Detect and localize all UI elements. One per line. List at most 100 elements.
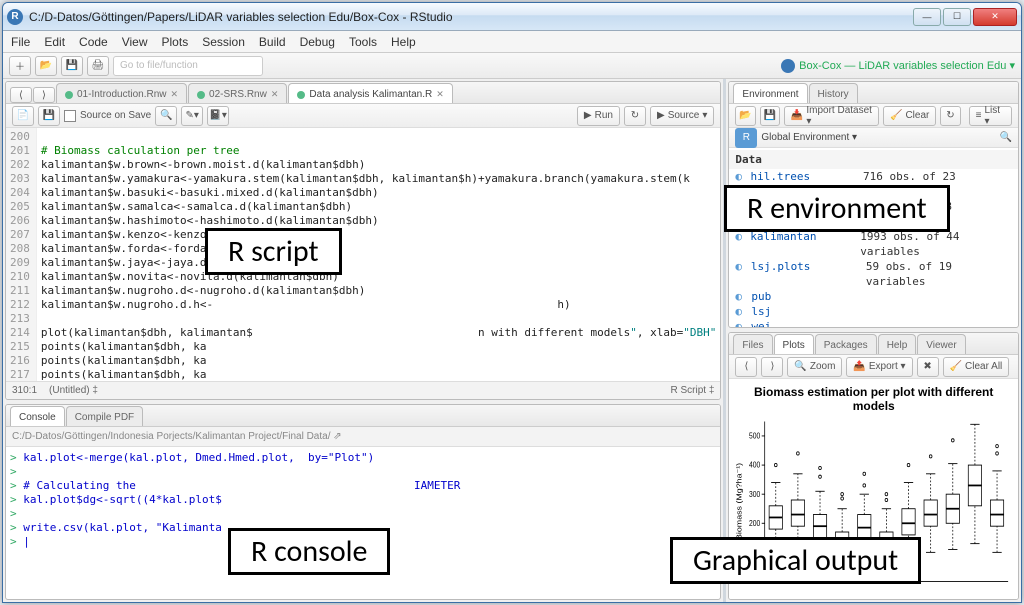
clear-all-plots-button[interactable]: 🧹 Clear All — [943, 357, 1010, 377]
menu-help[interactable]: Help — [391, 35, 416, 49]
menu-debug[interactable]: Debug — [300, 35, 335, 49]
expand-icon[interactable]: ◐ — [735, 289, 749, 304]
close-icon[interactable]: ✕ — [271, 89, 279, 100]
search-env-icon[interactable]: 🔍 — [1000, 132, 1012, 143]
menu-tools[interactable]: Tools — [349, 35, 377, 49]
plots-tab[interactable]: Help — [878, 334, 917, 354]
notebook-button[interactable]: 📓▾ — [207, 106, 229, 126]
project-selector[interactable]: Box-Cox — LiDAR variables selection Edu … — [781, 59, 1015, 73]
maximize-button[interactable]: ☐ — [943, 8, 971, 26]
source-nav-fwd[interactable]: ⟩ — [33, 87, 55, 103]
env-data-row[interactable]: ◐kalimantan1993 obs. of 44 variables — [729, 229, 1018, 259]
env-toolbar: 📂 💾 📥 Import Dataset ▾ 🧹 Clear ↻ ≡ List … — [729, 104, 1018, 128]
new-file-button[interactable]: ＋ — [9, 56, 31, 76]
close-button[interactable]: ✕ — [973, 8, 1017, 26]
find-button[interactable]: 🔍 — [155, 106, 177, 126]
code-editor[interactable]: 200 201 202 203 204 205 206 207 208 209 … — [6, 128, 720, 381]
console-tab[interactable]: Compile PDF — [66, 406, 143, 426]
load-ws-button[interactable]: 📂 — [735, 106, 755, 126]
import-dataset-button[interactable]: 📥 Import Dataset ▾ — [784, 106, 879, 126]
menu-plots[interactable]: Plots — [162, 35, 189, 49]
clear-env-button[interactable]: 🧹 Clear — [883, 106, 936, 126]
save-button[interactable]: 💾 — [61, 56, 83, 76]
save-ws-button[interactable]: 💾 — [760, 106, 780, 126]
menubar: File Edit Code View Plots Session Build Debug To… — [3, 31, 1021, 53]
source-tab[interactable]: 01-Introduction.Rnw ✕ — [56, 83, 187, 103]
run-button[interactable]: ▶ Run — [577, 106, 620, 126]
close-icon[interactable]: ✕ — [436, 89, 444, 100]
r-icon: R — [735, 128, 757, 148]
env-list[interactable]: Data◐hil.trees716 obs. of 23 variables◐k… — [729, 148, 1018, 327]
svg-text:300: 300 — [749, 489, 760, 499]
console-tab[interactable]: Console — [10, 406, 65, 426]
svg-text:500: 500 — [749, 431, 760, 441]
export-button[interactable]: 📤 Export ▾ — [846, 357, 912, 377]
file-icon — [297, 91, 305, 99]
menu-session[interactable]: Session — [202, 35, 245, 49]
refresh-env-button[interactable]: ↻ — [940, 106, 960, 126]
save-doc-button[interactable]: 💾 — [38, 106, 60, 126]
minimize-button[interactable]: — — [913, 8, 941, 26]
env-tabrow: EnvironmentHistory — [729, 82, 1018, 104]
menu-build[interactable]: Build — [259, 35, 286, 49]
goto-file-input[interactable]: Go to file/function — [113, 56, 263, 76]
print-button[interactable]: 🖨 — [87, 56, 109, 76]
editor-statusbar: 310:1 (Untitled) ‡ R Script ‡ — [6, 381, 720, 399]
env-data-header: Data — [729, 150, 1018, 169]
main-toolbar: ＋ 📂 💾 🖨 Go to file/function Box-Cox — Li… — [3, 53, 1021, 79]
window-title: C:/D-Datos/Göttingen/Papers/LiDAR variab… — [29, 10, 913, 24]
env-view-mode[interactable]: ≡ List ▾ — [969, 106, 1012, 126]
env-scope[interactable]: Global Environment ▾ — [761, 132, 857, 143]
env-tab[interactable]: Environment — [733, 83, 807, 103]
menu-code[interactable]: Code — [79, 35, 108, 49]
remove-plot-button[interactable]: ✖ — [917, 357, 939, 377]
annotation-env: R environment — [724, 185, 950, 232]
section-label[interactable]: (Untitled) ‡ — [49, 385, 98, 396]
env-data-row[interactable]: ◐lsj.plots59 obs. of 19 variables — [729, 259, 1018, 289]
source-on-save-checkbox[interactable] — [64, 110, 76, 122]
expand-icon[interactable]: ◐ — [735, 304, 749, 319]
source-nav-back[interactable]: ⟨ — [10, 87, 32, 103]
console[interactable]: > kal.plot<-merge(kal.plot, Dmed.Hmed.pl… — [6, 447, 720, 599]
rerun-button[interactable]: ↻ — [624, 106, 646, 126]
tab-label: 01-Introduction.Rnw — [77, 89, 167, 100]
project-label: Box-Cox — LiDAR variables selection Edu … — [799, 59, 1015, 72]
source-tab[interactable]: 02-SRS.Rnw ✕ — [188, 83, 287, 103]
zoom-button[interactable]: 🔍 Zoom — [787, 357, 842, 377]
menu-edit[interactable]: Edit — [44, 35, 65, 49]
menu-file[interactable]: File — [11, 35, 30, 49]
env-data-row[interactable]: ◐wei — [729, 319, 1018, 327]
editor-toolbar: 📄 💾 Source on Save 🔍 ✎▾ 📓▾ ▶ Run ↻ ▶ Sou… — [6, 104, 720, 128]
project-icon — [781, 59, 795, 73]
env-data-row[interactable]: ◐lsj — [729, 304, 1018, 319]
expand-icon[interactable]: ◐ — [735, 259, 748, 289]
expand-icon[interactable]: ◐ — [735, 229, 748, 259]
expand-icon[interactable]: ◐ — [735, 319, 749, 327]
plot-next-button[interactable]: ⟩ — [761, 357, 783, 377]
menu-view[interactable]: View — [122, 35, 148, 49]
source-button[interactable]: ▶ Source ▾ — [650, 106, 714, 126]
file-type-label[interactable]: R Script ‡ — [671, 385, 715, 396]
plots-tab[interactable]: Viewer — [917, 334, 965, 354]
plots-tab[interactable]: Plots — [774, 334, 814, 354]
plots-toolbar: ⟨ ⟩ 🔍 Zoom 📤 Export ▾ ✖ 🧹 Clear All — [729, 355, 1018, 379]
annotation-graph: Graphical output — [670, 537, 921, 584]
goto-file-placeholder: Go to file/function — [120, 60, 198, 71]
console-wd[interactable]: C:/D-Datos/Göttingen/Indonesia Porjects/… — [6, 427, 720, 447]
console-tabrow: ConsoleCompile PDF — [6, 405, 720, 427]
open-file-button[interactable]: 📂 — [35, 56, 57, 76]
close-icon[interactable]: ✕ — [171, 89, 179, 100]
titlebar[interactable]: R C:/D-Datos/Göttingen/Papers/LiDAR vari… — [3, 3, 1021, 31]
plots-tab[interactable]: Packages — [815, 334, 877, 354]
show-doc-button[interactable]: 📄 — [12, 106, 34, 126]
env-tab[interactable]: History — [809, 83, 858, 103]
env-data-row[interactable]: ◐pub — [729, 289, 1018, 304]
wand-button[interactable]: ✎▾ — [181, 106, 203, 126]
plot-prev-button[interactable]: ⟨ — [735, 357, 757, 377]
app-icon: R — [7, 9, 23, 25]
source-on-save-label: Source on Save — [80, 110, 151, 121]
source-tab[interactable]: Data analysis Kalimantan.R✕ — [288, 83, 452, 103]
tab-label: 02-SRS.Rnw — [209, 89, 267, 100]
plots-tab[interactable]: Files — [733, 334, 772, 354]
plot-title: Biomass estimation per plot with differe… — [731, 385, 1016, 413]
